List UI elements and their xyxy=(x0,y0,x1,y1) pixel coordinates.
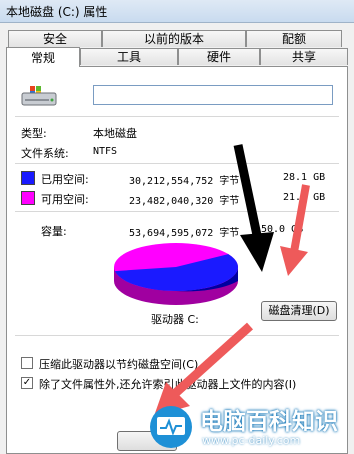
drive-icon xyxy=(21,86,57,106)
tab-previous-versions[interactable]: 以前的版本 xyxy=(102,30,246,47)
disk-usage-pie xyxy=(114,243,238,305)
tab-general-label: 常规 xyxy=(30,51,55,65)
tab-sharing[interactable]: 共享 xyxy=(260,48,348,65)
tab-tools[interactable]: 工具 xyxy=(80,48,178,65)
free-space-swatch xyxy=(21,191,35,205)
tab-tools-label: 工具 xyxy=(116,50,141,64)
watermark-logo-icon xyxy=(150,406,192,448)
tab-quota[interactable]: 配额 xyxy=(246,30,342,47)
used-space-label: 已用空间: xyxy=(41,173,89,186)
used-space-bytes: 30,212,554,752 字节 xyxy=(129,176,240,187)
filesystem-label: 文件系统: xyxy=(21,147,69,160)
tab-sharing-label: 共享 xyxy=(291,50,316,64)
index-checkbox[interactable]: ✓ xyxy=(21,377,33,389)
tab-previous-versions-label: 以前的版本 xyxy=(143,32,204,46)
used-space-swatch xyxy=(21,171,35,185)
type-label: 类型: xyxy=(21,127,47,140)
separator xyxy=(15,163,339,164)
red-arrow-annotation xyxy=(280,184,310,276)
title-bar: 本地磁盘 (C:) 属性 xyxy=(0,0,354,23)
window-title: 本地磁盘 (C:) 属性 xyxy=(6,5,108,19)
filesystem-value: NTFS xyxy=(93,146,118,157)
watermark-url: www.pc-daily.com xyxy=(202,434,301,447)
disk-cleanup-button[interactable]: 磁盘清理(D) xyxy=(261,301,337,321)
free-space-bytes: 23,482,040,320 字节 xyxy=(129,196,240,207)
capacity-bytes: 53,694,595,072 字节 xyxy=(129,228,240,239)
free-space-label: 可用空间: xyxy=(41,193,89,206)
tab-general[interactable]: 常规 xyxy=(6,47,80,67)
tab-hardware-label: 硬件 xyxy=(206,50,231,64)
black-arrow-annotation xyxy=(233,144,274,272)
tab-hardware[interactable]: 硬件 xyxy=(178,48,260,65)
watermark: 电脑百科知识 www.pc-daily.com xyxy=(148,400,354,454)
capacity-label: 容量: xyxy=(41,225,67,238)
tab-security[interactable]: 安全 xyxy=(8,30,102,47)
separator xyxy=(15,116,339,117)
tab-security-label: 安全 xyxy=(42,32,67,46)
drive-name-input[interactable] xyxy=(93,85,333,105)
tab-quota-label: 配额 xyxy=(281,32,306,46)
watermark-text: 电脑百科知识 xyxy=(200,409,338,435)
type-value: 本地磁盘 xyxy=(93,127,137,140)
compress-checkbox[interactable] xyxy=(21,357,33,369)
